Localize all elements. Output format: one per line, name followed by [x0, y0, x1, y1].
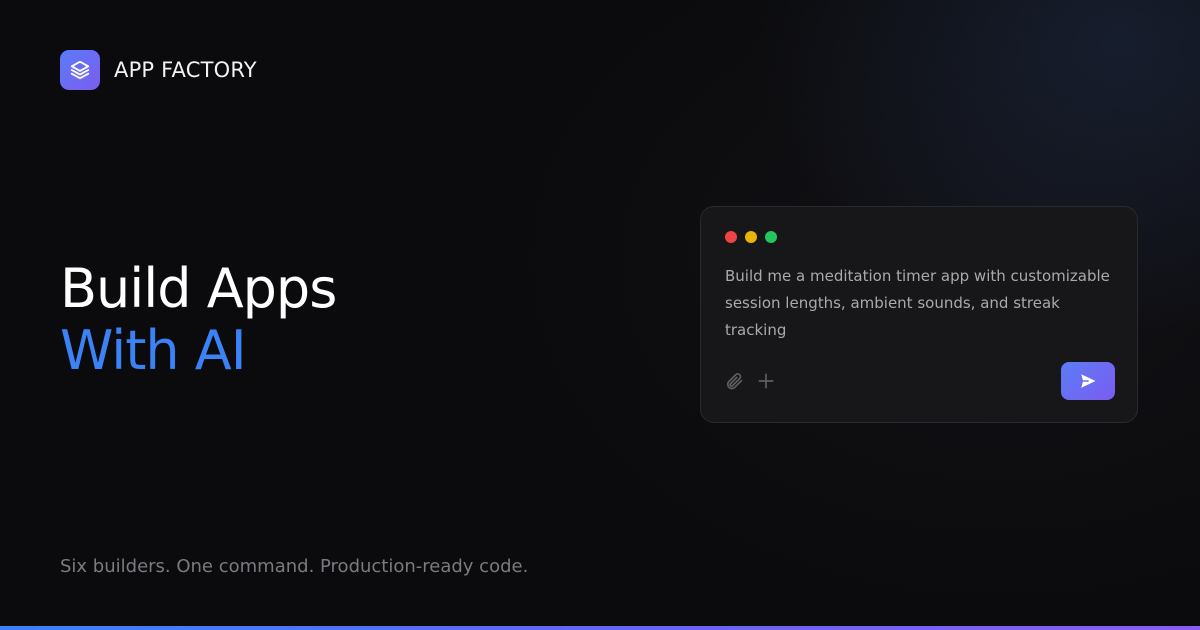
paperclip-icon[interactable] — [723, 370, 745, 392]
og-card: APP FACTORY Build Apps With AI Build me … — [0, 0, 1200, 630]
hero-line-accent: With AI — [60, 319, 247, 382]
brand: APP FACTORY — [60, 50, 257, 90]
tagline: Six builders. One command. Production-re… — [60, 556, 529, 577]
send-button[interactable] — [1061, 362, 1115, 400]
window-dots — [725, 231, 777, 243]
hero-line-primary: Build Apps — [60, 257, 337, 320]
layers-icon — [60, 50, 100, 90]
window-dot-yellow — [745, 231, 757, 243]
prompt-card: Build me a meditation timer app with cus… — [700, 206, 1138, 423]
prompt-text[interactable]: Build me a meditation timer app with cus… — [725, 263, 1117, 344]
plus-icon[interactable] — [755, 370, 777, 392]
accent-bar — [0, 626, 1200, 630]
brand-name: APP FACTORY — [114, 58, 257, 82]
hero-heading: Build Apps With AI — [60, 257, 337, 382]
prompt-tools — [723, 370, 777, 392]
window-dot-green — [765, 231, 777, 243]
send-icon — [1081, 374, 1096, 388]
window-dot-red — [725, 231, 737, 243]
